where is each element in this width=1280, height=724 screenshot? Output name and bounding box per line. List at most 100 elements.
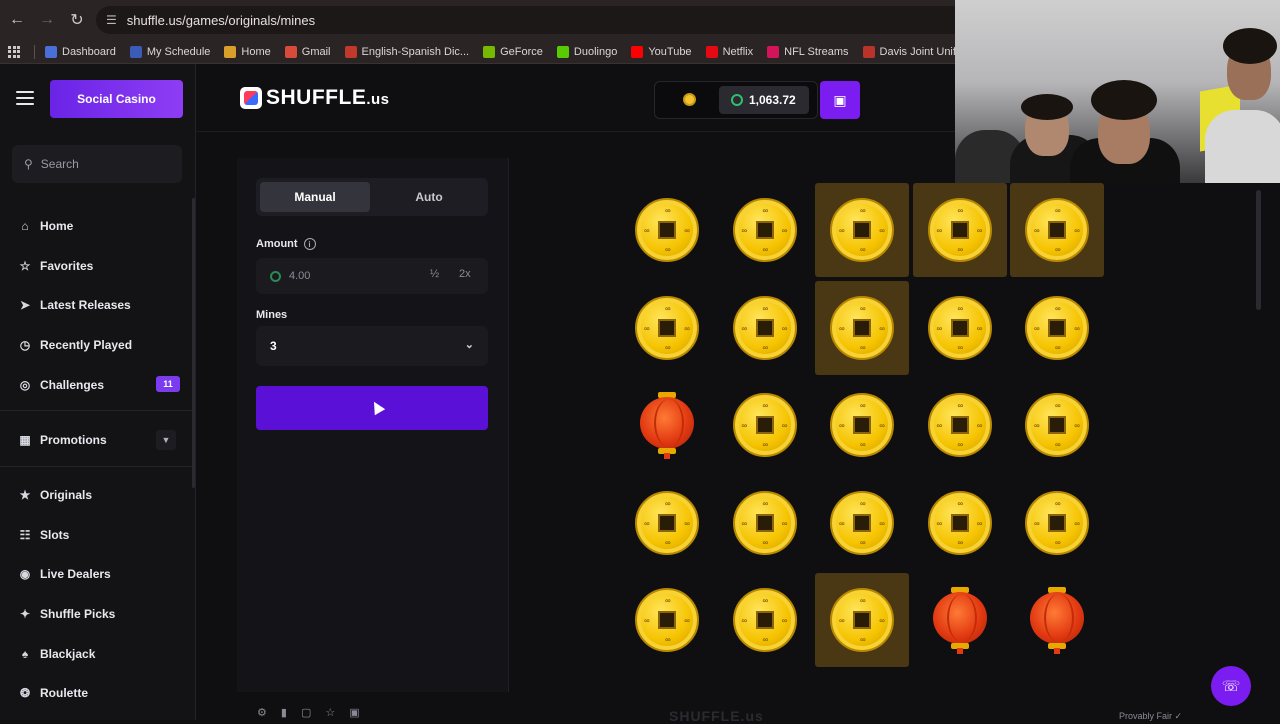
tab-auto[interactable]: Auto: [374, 182, 484, 212]
mines-tile[interactable]: ∞ ∞ ∞ ∞: [1010, 281, 1104, 375]
amount-value: 4.00: [289, 270, 311, 282]
gold-coin-icon: ∞ ∞ ∞ ∞: [635, 490, 699, 555]
mines-tile[interactable]: ∞ ∞ ∞ ∞: [815, 280, 909, 375]
forward-icon[interactable]: →: [32, 5, 62, 35]
info-icon[interactable]: i: [303, 238, 316, 250]
wallet-selector[interactable]: 1,063.72: [654, 81, 818, 119]
mines-tile[interactable]: ∞ ∞ ∞ ∞: [620, 476, 714, 570]
sidebar-item-promotions[interactable]: ▦ Promotions: [18, 433, 106, 447]
sidebar-item-originals[interactable]: ★ Originals: [18, 488, 92, 502]
mines-tile[interactable]: ∞ ∞ ∞ ∞: [620, 281, 714, 375]
mines-tile[interactable]: ∞ ∞ ∞ ∞: [718, 378, 812, 472]
bookmark-item[interactable]: Duolingo: [556, 45, 617, 58]
bookmark-favicon-icon: [767, 45, 780, 58]
bookmark-favicon-icon: [224, 45, 237, 58]
social-casino-button[interactable]: Social Casino: [50, 80, 183, 118]
sidebar-item-recently-played[interactable]: ◷ Recently Played: [18, 338, 132, 352]
mines-tile[interactable]: ∞ ∞ ∞ ∞: [913, 476, 1007, 570]
sidebar-item-label: Challenges: [40, 378, 105, 392]
menu-icon[interactable]: [16, 91, 34, 105]
bookmark-item[interactable]: GeForce: [483, 45, 543, 58]
sidebar-item-label: Favorites: [40, 259, 94, 273]
sidebar-item-challenges[interactable]: ◎ Challenges: [18, 378, 104, 392]
person-hair: [1223, 28, 1277, 64]
gold-coin-icon: ∞ ∞ ∞ ∞: [635, 198, 699, 262]
mines-grid: ∞ ∞ ∞ ∞ ∞ ∞ ∞ ∞ ∞ ∞ ∞ ∞ ∞ ∞ ∞ ∞ ∞ ∞ ∞ ∞ ∞ ∞ ∞ ∞ ∞ ∞ ∞ ∞ ∞ ∞ ∞ ∞ ∞ ∞ ∞ ∞ ∞ ∞ ∞ ∞…: [620, 183, 1106, 669]
bookmark-label: Dashboard: [62, 45, 116, 58]
url-text: shuffle.us/games/originals/mines: [126, 12, 316, 28]
person-shirt: [1205, 110, 1280, 183]
chevron-down-icon[interactable]: ▼: [156, 430, 176, 450]
bookmark-item[interactable]: My Schedule: [129, 45, 210, 58]
mines-tile[interactable]: ∞ ∞ ∞ ∞: [815, 183, 909, 277]
support-chat-button[interactable]: ☏: [1211, 666, 1251, 706]
sidebar-item-live-dealers[interactable]: ◉ Live Dealers: [18, 567, 111, 581]
provably-fair-link[interactable]: Provably Fair ✓: [1119, 711, 1182, 722]
originals-icon: ★: [19, 488, 31, 502]
star-icon: ☆: [19, 259, 31, 273]
mines-tile[interactable]: ∞ ∞ ∞ ∞: [913, 378, 1007, 472]
mines-tile[interactable]: ∞ ∞ ∞ ∞: [913, 281, 1007, 375]
mines-select[interactable]: 3 ⌄: [256, 326, 488, 366]
sidebar-item-favorites[interactable]: ☆ Favorites: [18, 259, 94, 273]
info-box-icon[interactable]: ▣: [349, 706, 359, 719]
site-info-icon[interactable]: ☰: [106, 13, 117, 27]
mines-tile[interactable]: ∞ ∞ ∞ ∞: [912, 183, 1007, 277]
mines-tile[interactable]: ∞ ∞ ∞ ∞: [620, 183, 714, 277]
bookmark-item[interactable]: NFL Streams: [767, 45, 849, 58]
sidebar-item-label: Home: [40, 219, 74, 233]
currency-coin-icon[interactable]: [683, 93, 696, 106]
bookmark-item[interactable]: Home: [224, 45, 271, 58]
mines-tile[interactable]: [1010, 573, 1104, 667]
page-scrollbar[interactable]: [1256, 190, 1261, 310]
bookmark-item[interactable]: YouTube: [631, 45, 692, 58]
mines-tile[interactable]: ∞ ∞ ∞ ∞: [718, 281, 812, 375]
mines-tile[interactable]: ∞ ∞ ∞ ∞: [815, 378, 909, 472]
mines-tile[interactable]: ∞ ∞ ∞ ∞: [718, 573, 812, 667]
favorite-star-icon[interactable]: ☆: [325, 706, 335, 719]
person-hair: [1091, 80, 1157, 120]
stats-icon[interactable]: ▮: [281, 706, 287, 719]
mines-tile[interactable]: [913, 573, 1007, 667]
bookmark-favicon-icon: [45, 45, 57, 58]
theatre-icon[interactable]: ▢: [301, 706, 311, 719]
amount-input[interactable]: 4.00 ½ 2x: [256, 258, 488, 294]
bookmark-item[interactable]: English-Spanish Dic...: [344, 45, 469, 58]
address-bar[interactable]: ☰ shuffle.us/games/originals/mines: [96, 6, 976, 34]
mines-tile[interactable]: ∞ ∞ ∞ ∞: [815, 476, 909, 570]
roulette-icon: ❂: [19, 686, 31, 700]
mines-tile[interactable]: ∞ ∞ ∞ ∞: [718, 476, 812, 570]
reload-icon[interactable]: ↻: [62, 5, 92, 35]
search-input[interactable]: ⚲ Search: [12, 145, 182, 183]
sidebar-item-blackjack[interactable]: ♠ Blackjack: [18, 647, 96, 661]
mines-tile[interactable]: ∞ ∞ ∞ ∞: [1010, 476, 1104, 570]
back-icon[interactable]: ←: [2, 5, 32, 35]
gold-coin-icon: ∞ ∞ ∞ ∞: [1025, 490, 1089, 555]
sidebar-item-latest-releases[interactable]: ➤ Latest Releases: [18, 298, 131, 312]
mines-tile[interactable]: ∞ ∞ ∞ ∞: [815, 573, 909, 667]
sidebar-scrollbar[interactable]: [192, 198, 195, 488]
sidebar-item-shuffle-picks[interactable]: ✦ Shuffle Picks: [18, 607, 115, 621]
mines-tile[interactable]: ∞ ∞ ∞ ∞: [1010, 183, 1104, 277]
wallet-button[interactable]: ▣: [820, 81, 860, 119]
shuffle-logo[interactable]: SHUFFLE.us: [240, 86, 390, 110]
balance-display[interactable]: 1,063.72: [719, 86, 809, 114]
mines-tile[interactable]: [620, 378, 714, 472]
bookmark-item[interactable]: Netflix: [705, 45, 753, 58]
sidebar-item-home[interactable]: ⌂ Home: [18, 219, 73, 233]
mines-tile[interactable]: ∞ ∞ ∞ ∞: [718, 183, 812, 277]
bookmark-item[interactable]: Dashboard: [45, 45, 116, 58]
sweeps-coin-icon: [270, 270, 281, 282]
bookmark-item[interactable]: Gmail: [284, 45, 331, 58]
tab-manual[interactable]: Manual: [260, 182, 370, 212]
sidebar-item-roulette[interactable]: ❂ Roulette: [18, 686, 88, 700]
half-amount-button[interactable]: ½: [430, 268, 439, 280]
mines-tile[interactable]: ∞ ∞ ∞ ∞: [620, 573, 714, 667]
sidebar-item-slots[interactable]: ☷ Slots: [18, 528, 70, 542]
settings-icon[interactable]: ⚙: [257, 706, 267, 719]
apps-grid-icon[interactable]: [8, 45, 20, 58]
live-icon: ◉: [19, 567, 31, 581]
red-lantern-mine-icon: [638, 392, 696, 459]
double-amount-button[interactable]: 2x: [459, 268, 471, 280]
mines-tile[interactable]: ∞ ∞ ∞ ∞: [1010, 378, 1104, 472]
